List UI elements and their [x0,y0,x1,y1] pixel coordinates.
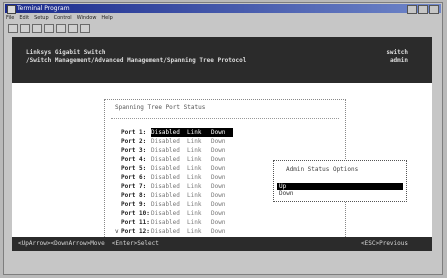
nav-help: <UpArrow><DownArrow>Move <Enter>Select [18,240,159,247]
port-state: Disabled [151,174,180,181]
port-row[interactable]: Port 2: Disabled Link Down [115,137,233,146]
port-speed: Down [211,174,226,181]
cut-icon[interactable] [44,24,54,33]
popup-title: Admin Status Options [286,166,359,173]
maximize-icon[interactable] [418,5,428,14]
menu-bar: File Edit Setup Control Window Help [6,14,113,22]
port-link: Link [187,183,202,190]
menu-setup[interactable]: Setup [34,14,49,22]
port-speed: Down [211,201,226,208]
port-state: Disabled [151,183,180,190]
screen-header: Linksys Gigabit Switch /Switch Managemen… [12,37,432,83]
port-row[interactable]: Port 6: Disabled Link Down [115,173,233,182]
port-label: Port 6: [121,174,147,181]
paste-icon[interactable] [68,24,78,33]
port-speed: Down [211,183,226,190]
port-row[interactable]: Port 8: Disabled Link Down [115,191,233,200]
screen-body: Spanning Tree Port Status Port 1: Disable… [12,83,432,247]
port-row[interactable]: Port 1: Disabled Link Down [115,128,233,137]
open-icon[interactable] [20,24,30,33]
port-link: Link [187,201,202,208]
print-icon[interactable] [80,24,90,33]
port-state: Disabled [151,219,180,226]
port-speed: Down [211,192,226,199]
port-state: Disabled [151,192,180,199]
minimize-icon[interactable] [407,5,417,14]
port-row[interactable]: Port 5: Disabled Link Down [115,164,233,173]
user-name: admin [389,57,408,64]
option-down[interactable]: Down [277,190,403,197]
port-state: Disabled [151,138,180,145]
port-label: Port 5: [121,165,147,172]
port-link: Link [187,156,202,163]
status-bar: <UpArrow><DownArrow>Move <Enter>Select <… [12,237,432,251]
port-state: Disabled [151,210,180,217]
menu-edit[interactable]: Edit [19,14,29,22]
esc-help: <ESC>Previous [361,240,408,247]
port-link: Link [187,219,202,226]
port-label: Port 3: [121,147,147,154]
port-link: Link [187,228,202,235]
port-label: Port 1: [121,129,147,136]
port-row[interactable]: Port 3: Disabled Link Down [115,146,233,155]
menu-help[interactable]: Help [101,14,112,22]
window-title: Terminal Program [17,5,70,12]
port-link: Link [187,147,202,154]
port-speed: Down [211,138,226,145]
port-label: Port 7: [121,183,147,190]
port-link: Link [187,192,202,199]
panel-divider [111,118,339,119]
port-row[interactable]: Port 11: Disabled Link Down [115,218,233,227]
port-speed: Down [211,210,226,217]
port-speed: Down [211,156,226,163]
port-link: Link [187,210,202,217]
menu-path: /Switch Management/Advanced Management/S… [26,57,247,64]
option-up[interactable]: Up [277,183,403,190]
port-speed: Down [211,165,226,172]
port-state: Disabled [151,156,180,163]
port-row[interactable]: v Port 12: Disabled Link Down [115,227,233,236]
hostname: switch [386,49,408,56]
port-row[interactable]: Port 10: Disabled Link Down [115,209,233,218]
port-state: Disabled [151,201,180,208]
port-link: Link [187,174,202,181]
menu-window[interactable]: Window [77,14,97,22]
port-state: Disabled [151,128,187,137]
port-state: Disabled [151,147,180,154]
terminal-window: Terminal Program File Edit Setup Control… [3,2,443,275]
port-state: Disabled [151,228,180,235]
copy-icon[interactable] [56,24,66,33]
toolbar [8,24,90,33]
port-speed: Down [211,128,233,137]
port-label: Port 9: [121,201,147,208]
port-link: Link [187,138,202,145]
panel-title: Spanning Tree Port Status [115,104,206,111]
port-row[interactable]: Port 7: Disabled Link Down [115,182,233,191]
menu-control[interactable]: Control [54,14,72,22]
port-label: Port 2: [121,138,147,145]
new-icon[interactable] [8,24,18,33]
port-label: Port 12: [121,228,150,235]
port-row[interactable]: Port 4: Disabled Link Down [115,155,233,164]
port-state: Disabled [151,165,180,172]
terminal-screen: Linksys Gigabit Switch /Switch Managemen… [12,37,432,251]
save-icon[interactable] [32,24,42,33]
port-label: Port 10: [121,210,150,217]
port-speed: Down [211,147,226,154]
port-row[interactable]: Port 9: Disabled Link Down [115,200,233,209]
app-icon [7,5,16,14]
port-list: Port 1: Disabled Link Down Port 2: Disabled Li… [115,128,233,236]
title-bar: Terminal Program [5,4,441,14]
close-icon[interactable] [429,5,439,14]
port-speed: Down [211,228,226,235]
device-name: Linksys Gigabit Switch [26,49,106,56]
port-link: Link [187,128,211,137]
port-link: Link [187,165,202,172]
admin-status-popup: Admin Status Options Up Down [273,160,407,202]
port-label: Port 11: [121,219,150,226]
menu-file[interactable]: File [6,14,14,22]
port-label: Port 4: [121,156,147,163]
port-speed: Down [211,219,226,226]
port-label: Port 8: [121,192,147,199]
